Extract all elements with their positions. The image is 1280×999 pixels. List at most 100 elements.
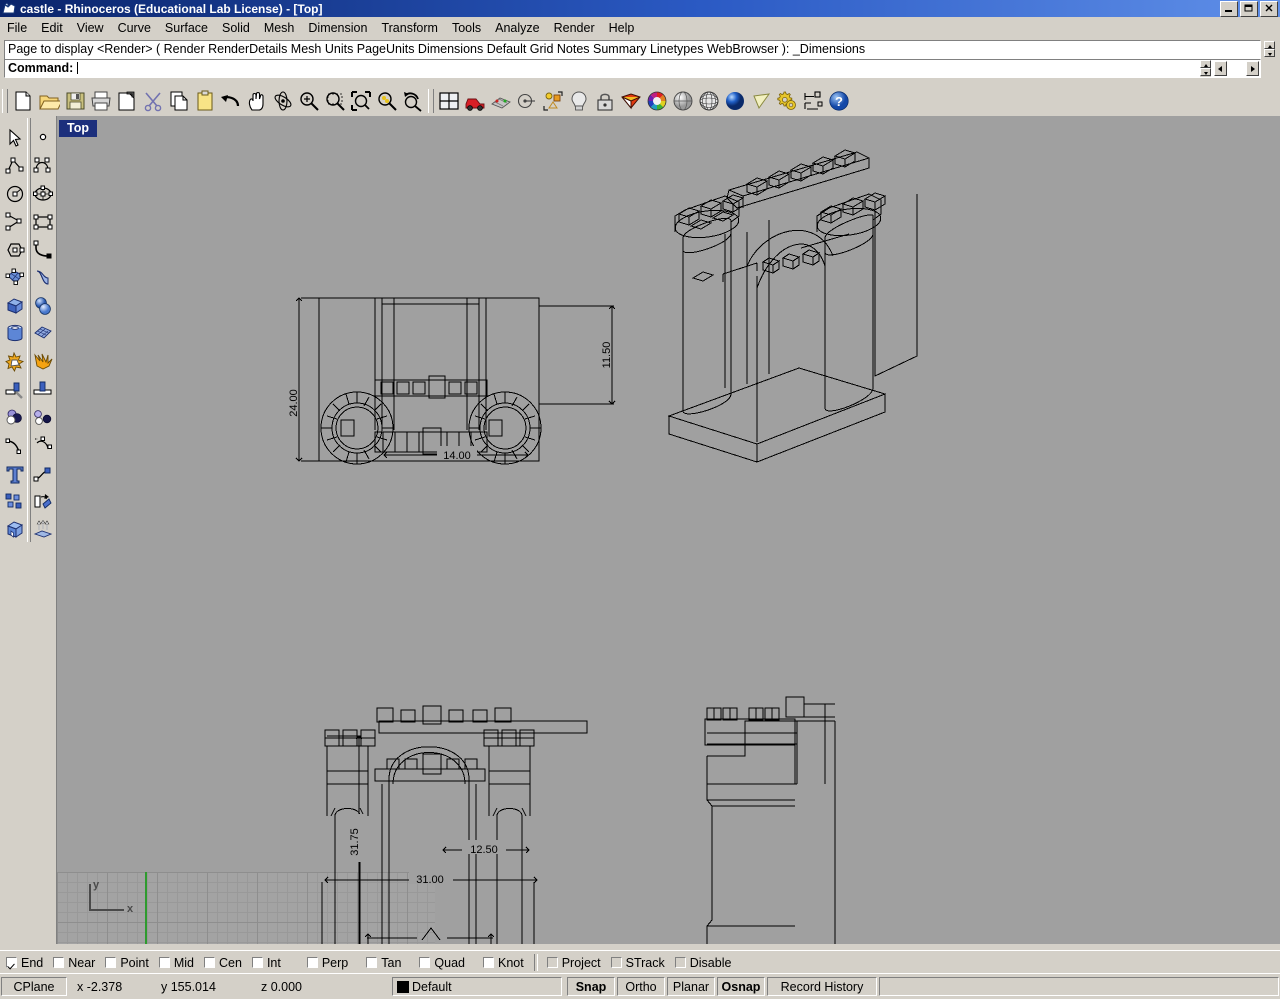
render-mesh-icon[interactable] — [488, 88, 514, 114]
shaded-sphere-icon[interactable] — [670, 88, 696, 114]
zoom-previous-icon[interactable] — [400, 88, 426, 114]
layer-sphere-icon[interactable] — [2, 406, 28, 430]
cplane-indicator[interactable]: CPlane — [1, 977, 67, 996]
menu-help[interactable]: Help — [602, 19, 642, 37]
surface-sweep-icon[interactable] — [30, 266, 56, 290]
menu-dimension[interactable]: Dimension — [301, 19, 374, 37]
object-properties-icon[interactable] — [30, 406, 56, 430]
rotate-icon[interactable] — [30, 490, 56, 514]
array-icon[interactable] — [2, 490, 28, 514]
toggle-planar[interactable]: Planar — [667, 977, 715, 996]
zoom-window-icon[interactable] — [322, 88, 348, 114]
save-file-icon[interactable] — [62, 88, 88, 114]
osnap-int-checkbox[interactable] — [251, 957, 263, 968]
menu-surface[interactable]: Surface — [158, 19, 215, 37]
menu-file[interactable]: File — [0, 19, 34, 37]
osnap-disable[interactable]: Disable — [674, 956, 731, 970]
osnap-mid-checkbox[interactable] — [158, 957, 170, 968]
move-icon[interactable] — [30, 462, 56, 486]
viewport-top[interactable]: 24.00 14.00 11.50 31.75 12.50 31.00 y x … — [57, 116, 1280, 944]
osnap-int[interactable]: Int — [251, 956, 281, 970]
menu-transform[interactable]: Transform — [374, 19, 445, 37]
rectangle-icon[interactable] — [30, 210, 56, 234]
open-file-icon[interactable] — [36, 88, 62, 114]
color-wheel-icon[interactable] — [644, 88, 670, 114]
menu-mesh[interactable]: Mesh — [257, 19, 302, 37]
toggle-snap[interactable]: Snap — [567, 977, 615, 996]
boolean-union-icon[interactable] — [2, 350, 28, 374]
current-layer[interactable]: Default — [392, 977, 562, 996]
osnap-perp-checkbox[interactable] — [306, 957, 318, 968]
ellipse-icon[interactable] — [30, 182, 56, 206]
rendered-sphere-icon[interactable] — [722, 88, 748, 114]
four-viewports-icon[interactable] — [436, 88, 462, 114]
ghosted-cone-icon[interactable] — [748, 88, 774, 114]
lock-icon[interactable] — [592, 88, 618, 114]
toggle-ortho[interactable]: Ortho — [617, 977, 665, 996]
split-icon[interactable] — [30, 378, 56, 402]
surface-patch-icon[interactable] — [2, 266, 28, 290]
toolbar-grip-2[interactable] — [428, 88, 434, 113]
material-icon[interactable] — [618, 88, 644, 114]
osnap-knot[interactable]: Knot — [483, 956, 524, 970]
osnap-point[interactable]: Point — [105, 956, 149, 970]
menu-render[interactable]: Render — [547, 19, 602, 37]
explode-icon[interactable] — [30, 350, 56, 374]
history-scroll-spinner[interactable] — [1264, 41, 1275, 58]
menu-solid[interactable]: Solid — [215, 19, 257, 37]
command-scroll-down[interactable] — [1200, 68, 1211, 76]
minimize-button[interactable] — [1220, 1, 1238, 17]
named-view-icon[interactable] — [514, 88, 540, 114]
close-button[interactable] — [1260, 1, 1278, 17]
command-next-button[interactable] — [1246, 61, 1259, 76]
osnap-end-checkbox[interactable] — [6, 957, 17, 968]
rotate-view-icon[interactable] — [270, 88, 296, 114]
osnap-cen-checkbox[interactable] — [204, 957, 215, 968]
osnap-knot-checkbox[interactable] — [483, 957, 494, 968]
osnap-tan[interactable]: Tan — [366, 956, 401, 970]
command-scroll-up[interactable] — [1200, 60, 1211, 68]
polyline-icon[interactable] — [2, 154, 28, 178]
blend-curve-icon[interactable] — [30, 434, 56, 458]
copy-icon[interactable] — [166, 88, 192, 114]
text-icon[interactable] — [2, 462, 28, 486]
cylinder-icon[interactable] — [2, 322, 28, 346]
point-icon[interactable] — [30, 126, 56, 150]
osnap-disable-checkbox[interactable] — [674, 957, 686, 968]
osnap-cen[interactable]: Cen — [204, 956, 242, 970]
viewport-label[interactable]: Top — [59, 120, 97, 137]
restore-button[interactable] — [1240, 1, 1258, 17]
paste-icon[interactable] — [192, 88, 218, 114]
dimension-icon[interactable] — [800, 88, 826, 114]
cap-solid-icon[interactable] — [2, 518, 28, 542]
osnap-quad-checkbox[interactable] — [419, 957, 431, 968]
new-file-icon[interactable] — [10, 88, 36, 114]
wireframe-sphere-icon[interactable] — [696, 88, 722, 114]
arc-three-point-icon[interactable] — [2, 210, 28, 234]
extrude-icon[interactable] — [30, 518, 56, 542]
history-scroll-up[interactable] — [1264, 41, 1275, 49]
options-gears-icon[interactable] — [774, 88, 800, 114]
command-line[interactable]: Command: — [4, 59, 1261, 78]
menu-analyze[interactable]: Analyze — [488, 19, 546, 37]
trim-icon[interactable] — [2, 378, 28, 402]
zoom-extents-icon[interactable] — [348, 88, 374, 114]
print-icon[interactable] — [88, 88, 114, 114]
sphere-boolean-icon[interactable] — [30, 294, 56, 318]
osnap-mid[interactable]: Mid — [158, 956, 194, 970]
menu-edit[interactable]: Edit — [34, 19, 70, 37]
light-bulb-icon[interactable] — [566, 88, 592, 114]
menu-tools[interactable]: Tools — [445, 19, 488, 37]
history-scroll-down[interactable] — [1264, 49, 1275, 57]
scissors-icon[interactable] — [140, 88, 166, 114]
osnap-end[interactable]: End — [6, 956, 43, 970]
zoom-in-icon[interactable] — [296, 88, 322, 114]
help-icon[interactable]: ? — [826, 88, 852, 114]
zoom-selected-icon[interactable] — [374, 88, 400, 114]
curve-fillet-icon[interactable] — [30, 238, 56, 262]
curve-offset-icon[interactable] — [2, 434, 28, 458]
command-scroll-spinner[interactable] — [1200, 60, 1211, 77]
command-prev-button[interactable] — [1214, 61, 1227, 76]
pan-hand-icon[interactable] — [244, 88, 270, 114]
osnap-near[interactable]: Near — [53, 956, 95, 970]
